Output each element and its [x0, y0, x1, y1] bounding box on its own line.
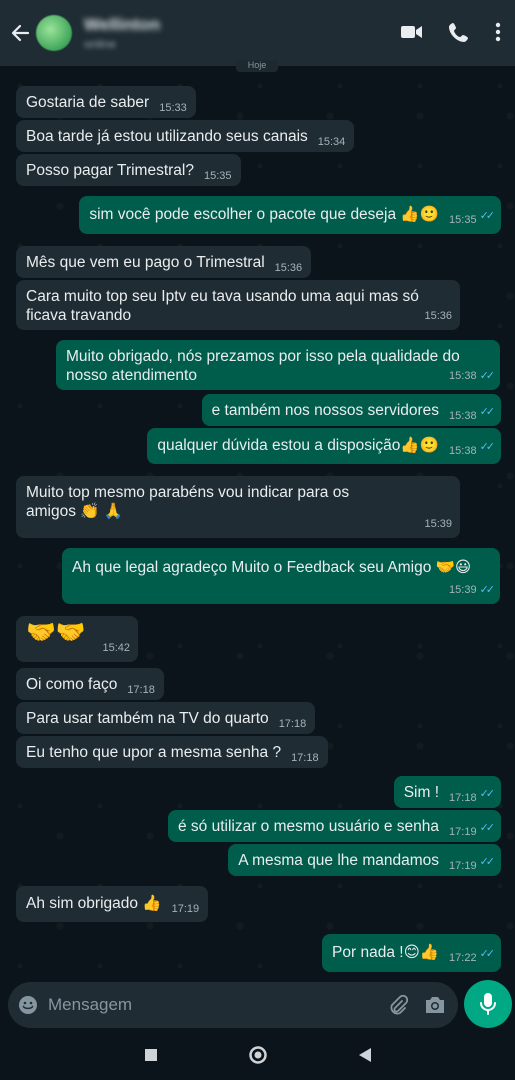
message-time: 17:19 [171, 903, 200, 915]
circle-icon [248, 1046, 267, 1064]
message-time: 15:33 [159, 102, 187, 114]
message-time: 15:34 [317, 136, 346, 148]
message-outgoing[interactable]: Por nada !😊👍 17:22 ✓✓ [322, 934, 501, 972]
message-time: 15:39 [424, 518, 452, 530]
contact-status: online [84, 37, 117, 51]
message-time: 15:39 ✓✓ [449, 584, 496, 596]
voice-message-button[interactable] [464, 980, 512, 1028]
read-receipt-icon: ✓✓ [479, 584, 496, 596]
message-incoming[interactable]: Posso pagar Trimestral? 15:35 [16, 154, 241, 186]
message-time: 17:19 [449, 860, 477, 872]
recents-button[interactable] [144, 1048, 158, 1062]
mic-icon [480, 993, 496, 1015]
message-time: 15:38 [449, 410, 477, 422]
contact-name: Wellinton [84, 15, 161, 34]
back-arrow-icon [11, 24, 30, 42]
contact-info[interactable]: Wellinton online [84, 15, 160, 51]
message-time: 15:42 [102, 642, 130, 654]
attach-button[interactable] [388, 995, 408, 1015]
message-time: 17:18 [291, 752, 319, 764]
back-nav-button[interactable] [358, 1047, 372, 1063]
message-time: 15:35 [449, 214, 477, 226]
message-incoming[interactable]: Ah sim obrigado 👍 17:19 [16, 886, 209, 922]
home-button[interactable] [248, 1045, 268, 1065]
message-time: 15:36 [424, 310, 452, 322]
emoji-icon [19, 996, 37, 1014]
message-list[interactable]: Hoje Gostaria de saber 15:33 Boa tarde já… [0, 60, 515, 980]
message-time: 15:35 [204, 170, 232, 182]
message-incoming[interactable]: Muito top mesmo parabéns vou indicar par… [16, 476, 460, 538]
camera-icon [426, 997, 444, 1013]
read-receipt-icon: ✓✓ [479, 788, 496, 800]
chat-header: Wellinton online [0, 0, 515, 66]
read-receipt-icon: ✓✓ [479, 210, 496, 222]
message-placeholder: Mensagem [48, 995, 133, 1014]
message-outgoing[interactable]: é só utilizar o mesmo usuário e senha 17:… [167, 810, 501, 842]
message-incoming[interactable]: Mês que vem eu pago o Trimestral 15:36 [16, 246, 312, 278]
voice-call-button[interactable] [449, 22, 469, 47]
system-navigation-bar [0, 1030, 515, 1080]
message-outgoing[interactable]: Sim ! 17:18 ✓✓ [393, 776, 501, 808]
message-incoming[interactable]: Oi como faço 17:18 [16, 668, 164, 700]
message-outgoing[interactable]: qualquer dúvida estou a disposição👍🙂 15:3… [147, 428, 501, 464]
camera-button[interactable] [424, 995, 446, 1015]
triangle-back-icon [358, 1048, 371, 1062]
composer: Mensagem [0, 980, 515, 1030]
square-icon [144, 1049, 157, 1061]
message-outgoing[interactable]: e também nos nossos servidores 15:38 ✓✓ [201, 394, 501, 426]
read-receipt-icon: ✓✓ [479, 822, 496, 834]
message-time: 17:18 [278, 718, 307, 730]
menu-button[interactable] [495, 22, 501, 47]
message-time: 17:22 [449, 952, 477, 964]
message-outgoing[interactable]: A mesma que lhe mandamos 17:19 ✓✓ [228, 844, 501, 876]
video-call-button[interactable] [401, 24, 423, 45]
message-time: 15:36 [274, 262, 303, 274]
more-vertical-icon [495, 22, 501, 42]
message-outgoing[interactable]: Ah que legal agradeço Muito o Feedback s… [62, 548, 500, 604]
video-call-icon [401, 26, 422, 38]
paperclip-icon [390, 995, 408, 1015]
read-receipt-icon: ✓✓ [479, 370, 496, 382]
message-outgoing[interactable]: sim você pode escolher o pacote que dese… [79, 196, 501, 234]
message-incoming[interactable]: Para usar também na TV do quarto 17:18 [16, 702, 316, 734]
message-incoming[interactable]: Cara muito top seu Iptv eu tava usando u… [16, 280, 460, 330]
message-time: 17:18 [449, 792, 477, 804]
avatar[interactable] [36, 15, 72, 51]
date-chip: Hoje [236, 60, 278, 72]
message-incoming[interactable]: 🤝🤝 15:42 [16, 616, 138, 662]
read-receipt-icon: ✓✓ [479, 856, 496, 868]
phone-icon [449, 23, 468, 42]
message-time: 17:18 [127, 684, 155, 696]
emoji-button[interactable] [18, 995, 38, 1015]
read-receipt-icon: ✓✓ [479, 406, 496, 418]
message-incoming[interactable]: Eu tenho que upor a mesma senha ? 17:18 [16, 736, 328, 768]
message-input[interactable]: Mensagem [8, 982, 458, 1028]
read-receipt-icon: ✓✓ [479, 948, 496, 960]
message-time: 15:38 ✓✓ [449, 370, 496, 382]
message-incoming[interactable]: Gostaria de saber 15:33 [16, 86, 196, 118]
read-receipt-icon: ✓✓ [479, 441, 496, 453]
message-outgoing[interactable]: Muito obrigado, nós prezamos por isso pe… [56, 340, 500, 390]
message-incoming[interactable]: Boa tarde já estou utilizando seus canai… [16, 120, 355, 152]
message-time: 15:38 [449, 445, 477, 457]
message-time: 17:19 [449, 826, 477, 838]
back-button[interactable] [6, 23, 34, 43]
